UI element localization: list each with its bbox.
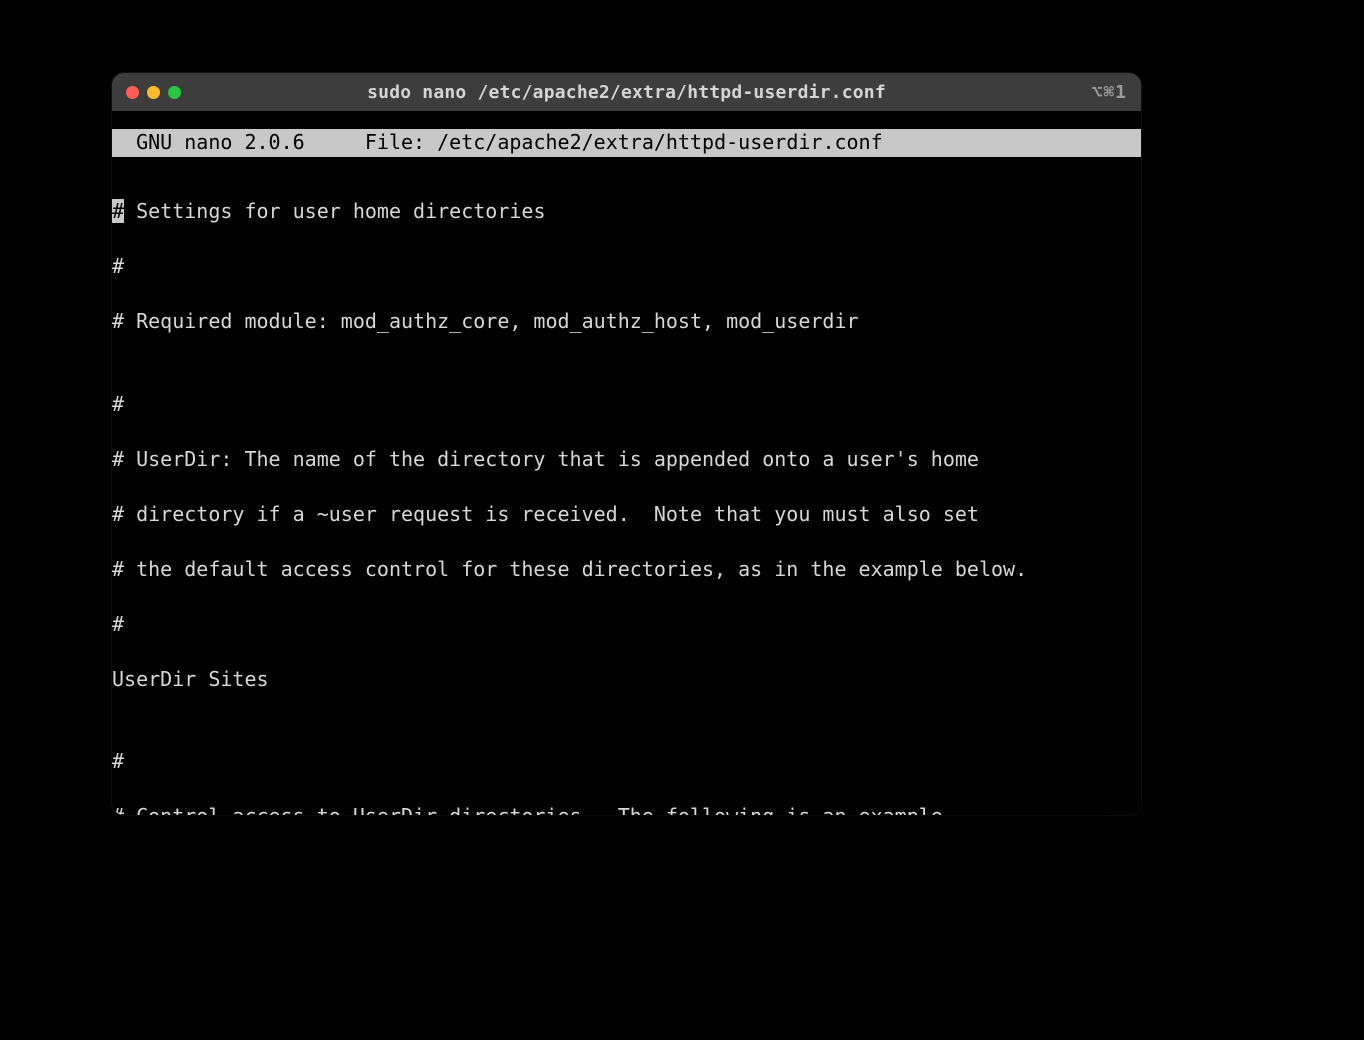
editor-content[interactable]: # Settings for user home directories # #… <box>112 171 1141 816</box>
file-line: # the default access control for these d… <box>112 556 1141 584</box>
file-line: # Required module: mod_authz_core, mod_a… <box>112 308 1141 336</box>
file-line: Settings for user home directories <box>124 199 545 223</box>
titlebar: sudo nano /etc/apache2/extra/httpd-userd… <box>112 73 1141 111</box>
file-line: # <box>112 748 1141 776</box>
file-line: # UserDir: The name of the directory tha… <box>112 446 1141 474</box>
nano-file-path: /etc/apache2/extra/httpd-userdir.conf <box>437 129 883 157</box>
file-line: # <box>112 611 1141 639</box>
file-line: # directory if a ~user request is receiv… <box>112 501 1141 529</box>
nano-file-label: File: <box>365 129 437 157</box>
nano-header: GNU nano 2.0.6 File: /etc/apache2/extra/… <box>112 129 1141 157</box>
terminal-body[interactable]: GNU nano 2.0.6 File: /etc/apache2/extra/… <box>112 111 1141 815</box>
file-line: # Control access to UserDir directories.… <box>112 803 1141 815</box>
text-cursor: # <box>112 199 124 223</box>
nano-app-label: GNU nano 2.0.6 <box>112 129 365 157</box>
file-line: # <box>112 391 1141 419</box>
window-title: sudo nano /etc/apache2/extra/httpd-userd… <box>112 82 1141 103</box>
terminal-window: sudo nano /etc/apache2/extra/httpd-userd… <box>112 73 1141 815</box>
file-line: # <box>112 253 1141 281</box>
file-line: UserDir Sites <box>112 666 1141 694</box>
